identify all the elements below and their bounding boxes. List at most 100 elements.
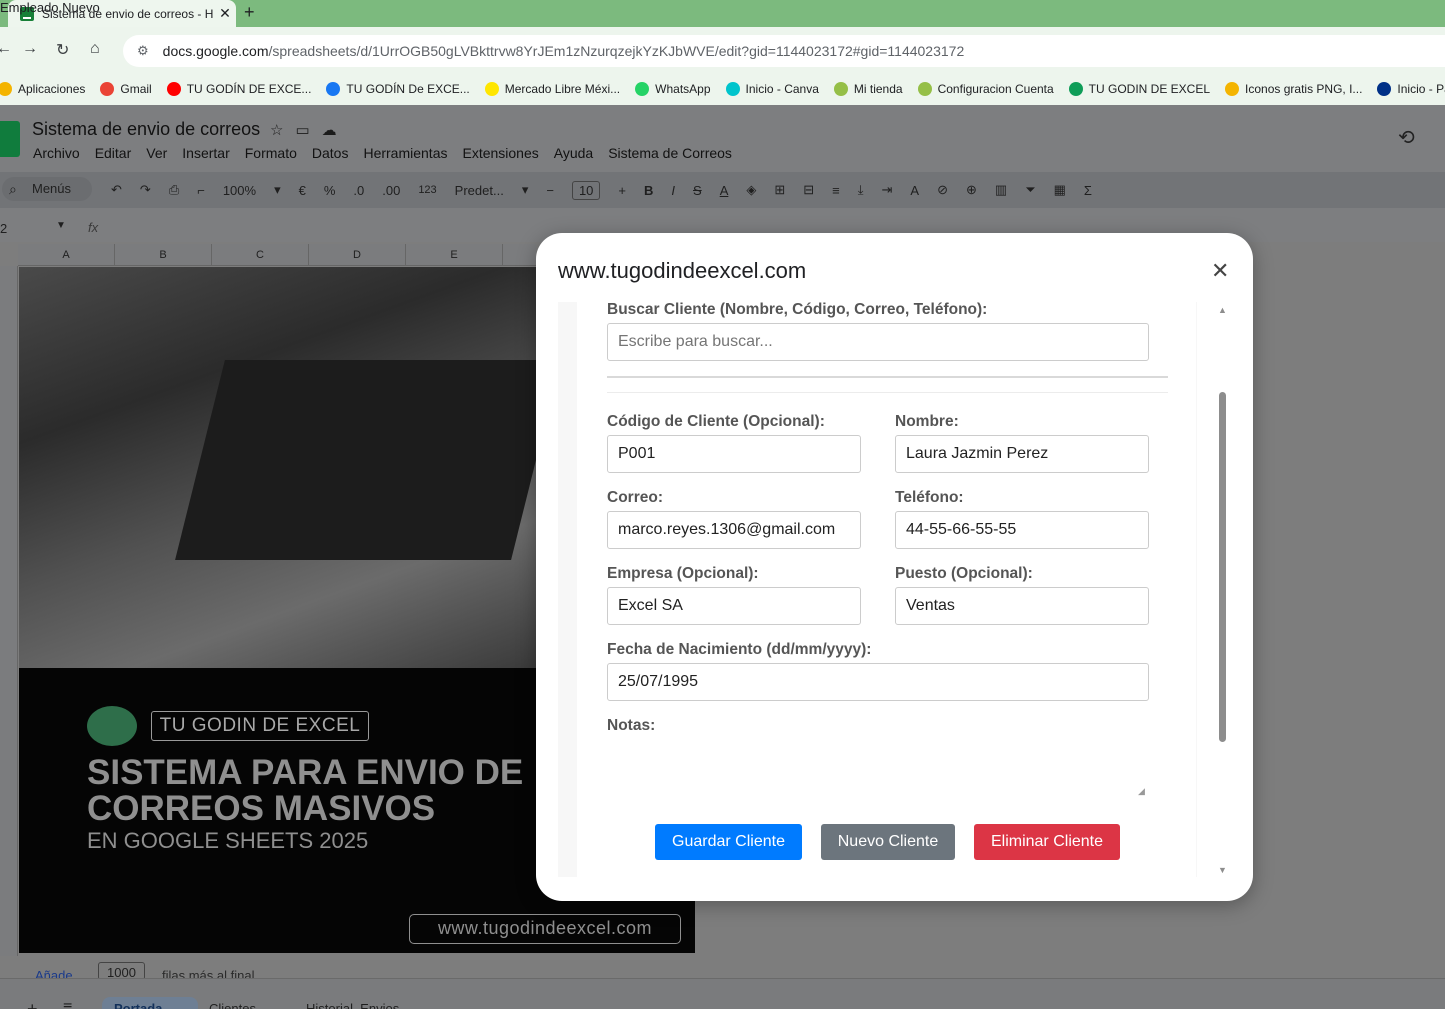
add-sheet-icon[interactable]: + xyxy=(27,999,38,1009)
paint-format-icon[interactable]: ⌐ xyxy=(197,183,205,198)
column-header[interactable]: B xyxy=(115,244,212,265)
chart-icon[interactable]: ▥ xyxy=(995,182,1007,198)
tab-close-icon[interactable]: ✕ xyxy=(214,5,236,22)
decrease-decimal-button[interactable]: .0 xyxy=(353,183,364,198)
text-color-icon[interactable]: A xyxy=(720,183,729,198)
sheets-logo-icon[interactable] xyxy=(0,121,20,157)
bookmark-item[interactable]: Configuracion Cuenta xyxy=(917,81,1054,96)
bold-icon[interactable]: B xyxy=(644,183,653,198)
currency-button[interactable]: € xyxy=(299,183,306,198)
rotate-text-icon[interactable]: A xyxy=(910,183,919,198)
bookmark-item[interactable]: Inicio - Canva xyxy=(725,81,819,96)
font-size-increase-icon[interactable]: + xyxy=(618,183,626,198)
filter-icon[interactable]: ⏷ xyxy=(1025,182,1035,198)
name-box-dropdown-icon[interactable]: ▼ xyxy=(56,220,66,231)
correo-input[interactable]: marco.reyes.1306@gmail.com xyxy=(607,511,861,549)
home-icon[interactable]: ⌂ xyxy=(90,40,100,58)
eliminar-cliente-button[interactable]: Eliminar Cliente xyxy=(974,824,1120,860)
column-header[interactable]: C xyxy=(212,244,309,265)
fecha-input[interactable]: 25/07/1995 xyxy=(607,663,1149,701)
bookmark-item[interactable]: TU GODIN DE EXCEL xyxy=(1068,81,1210,96)
column-header[interactable]: E xyxy=(406,244,503,265)
puesto-input[interactable]: Ventas xyxy=(895,587,1149,625)
codigo-input[interactable]: P001 xyxy=(607,435,861,473)
menu-item[interactable]: Extensiones xyxy=(462,145,538,161)
comment-icon[interactable]: ⊕ xyxy=(966,182,977,198)
address-bar[interactable]: ⚙ docs.google.com/spreadsheets/d/1UrrOGB… xyxy=(123,35,1445,67)
search-input[interactable] xyxy=(607,323,1149,361)
banner-brand: TU GODIN DE EXCEL xyxy=(151,711,369,741)
column-header[interactable]: A xyxy=(18,244,115,265)
empresa-input[interactable]: Excel SA xyxy=(607,587,861,625)
font-size-input[interactable]: 10 xyxy=(571,180,601,200)
notas-textarea[interactable]: Empleado Nuevo xyxy=(0,0,100,15)
font-select[interactable]: Predet... xyxy=(455,183,504,198)
back-icon[interactable]: ← xyxy=(0,40,12,58)
undo-icon[interactable]: ↶ xyxy=(111,182,122,198)
cloud-icon[interactable]: ☁ xyxy=(322,122,349,139)
strikethrough-icon[interactable]: S xyxy=(693,183,702,198)
zoom-dropdown-icon[interactable]: ▾ xyxy=(274,182,281,198)
merge-cells-icon[interactable]: ⊟ xyxy=(803,182,814,198)
nombre-input[interactable]: Laura Jazmin Perez xyxy=(895,435,1149,473)
document-title[interactable]: Sistema de envio de correos xyxy=(32,119,260,140)
close-icon[interactable]: ✕ xyxy=(1211,258,1229,284)
menu-item[interactable]: Editar xyxy=(95,145,132,161)
increase-decimal-button[interactable]: .00 xyxy=(382,183,400,198)
column-header[interactable]: D xyxy=(309,244,406,265)
empresa-label: Empresa (Opcional): xyxy=(607,565,759,582)
star-icon[interactable]: ☆ xyxy=(270,122,295,139)
bookmark-item[interactable]: Iconos gratis PNG, I... xyxy=(1225,81,1362,96)
forward-icon[interactable]: → xyxy=(22,40,38,58)
font-dropdown-icon[interactable]: ▾ xyxy=(522,182,529,198)
bookmark-item[interactable]: WhatsApp xyxy=(635,81,711,96)
borders-icon[interactable]: ⊞ xyxy=(774,182,785,198)
name-box[interactable]: 2 xyxy=(0,221,7,236)
zoom-select[interactable]: 100% xyxy=(223,183,256,198)
menu-item[interactable]: Insertar xyxy=(182,145,229,161)
guardar-cliente-button[interactable]: Guardar Cliente xyxy=(655,824,802,860)
more-formats-button[interactable]: 123 xyxy=(418,184,436,196)
history-icon[interactable]: ⟲ xyxy=(1398,125,1415,150)
menu-item[interactable]: Sistema de Correos xyxy=(608,145,732,161)
print-icon[interactable]: ⎙ xyxy=(169,182,179,198)
fill-color-icon[interactable]: ◈ xyxy=(746,182,756,198)
scroll-down-icon[interactable]: ▼ xyxy=(1218,865,1227,875)
sheet-tab-clientes[interactable]: Clientes xyxy=(209,1001,256,1009)
redo-icon[interactable]: ↷ xyxy=(140,182,151,198)
reload-icon[interactable]: ↻ xyxy=(56,40,69,60)
menu-item[interactable]: Formato xyxy=(245,145,297,161)
menu-item[interactable]: Ver xyxy=(146,145,167,161)
percent-button[interactable]: % xyxy=(324,183,336,198)
resize-handle-icon[interactable]: ◢ xyxy=(1138,786,1145,797)
link-icon[interactable]: ⊘ xyxy=(937,182,948,198)
folder-icon[interactable]: ▭ xyxy=(295,122,321,139)
bookmark-item[interactable]: Mercado Libre Méxi... xyxy=(484,81,620,96)
scroll-up-icon[interactable]: ▲ xyxy=(1218,305,1227,315)
align-icon[interactable]: ≡ xyxy=(832,183,840,198)
bookmark-item[interactable]: TU GODÍN DE EXCE... xyxy=(166,81,311,96)
bookmark-item[interactable]: Gmail xyxy=(100,81,152,96)
bookmark-item[interactable]: TU GODÍN De EXCE... xyxy=(326,81,470,96)
menu-item[interactable]: Datos xyxy=(312,145,349,161)
bookmark-item[interactable]: Inicio - PayP xyxy=(1377,81,1445,96)
menu-item[interactable]: Ayuda xyxy=(554,145,593,161)
menu-item[interactable]: Archivo xyxy=(33,145,80,161)
new-tab-button[interactable]: + xyxy=(244,2,255,23)
site-settings-icon[interactable]: ⚙ xyxy=(137,43,149,59)
functions-icon[interactable]: Σ xyxy=(1084,183,1092,198)
valign-icon[interactable]: ⤓ xyxy=(858,182,864,198)
filter-views-icon[interactable]: ▦ xyxy=(1054,182,1066,198)
italic-icon[interactable]: I xyxy=(671,183,675,198)
telefono-input[interactable]: 44-55-66-55-55 xyxy=(895,511,1149,549)
bookmark-item[interactable]: Aplicaciones xyxy=(0,81,85,96)
nuevo-cliente-button[interactable]: Nuevo Cliente xyxy=(821,824,955,860)
sheet-tab-portada[interactable]: Portada xyxy=(114,1001,162,1009)
wrap-icon[interactable]: ⇥ xyxy=(882,182,893,198)
font-size-decrease-icon[interactable]: − xyxy=(546,183,554,198)
menu-item[interactable]: Herramientas xyxy=(363,145,447,161)
all-sheets-icon[interactable]: ≡ xyxy=(63,999,72,1009)
scrollbar-thumb[interactable] xyxy=(1219,392,1226,742)
bookmark-item[interactable]: Mi tienda xyxy=(833,81,903,96)
sheet-tab-historial[interactable]: Historial_Envios xyxy=(306,1001,399,1009)
